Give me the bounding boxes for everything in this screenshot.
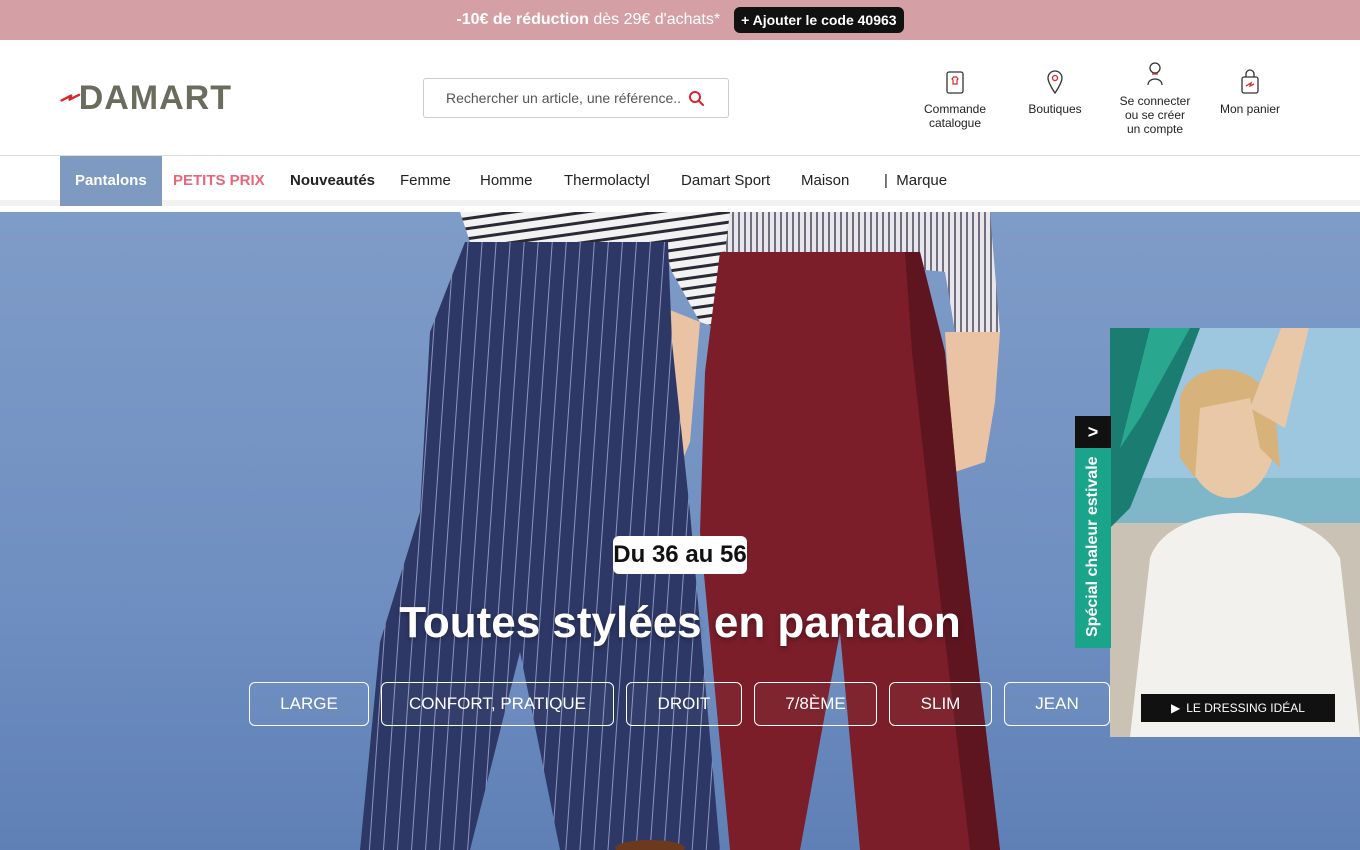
chip-slim[interactable]: SLIM — [889, 682, 992, 726]
side-promo-photo — [1110, 328, 1360, 737]
summer-special-label: Spécial chaleur estivale — [1084, 456, 1101, 638]
nav-item-petits-prix[interactable]: PETITS PRIX — [173, 156, 265, 206]
chip-7-8eme[interactable]: 7/8ÈME — [754, 682, 877, 726]
user-icon — [1147, 62, 1163, 86]
promo-discount: -10€ de réduction — [456, 11, 589, 28]
promo-bar: -10€ de réduction dès 29€ d'achats* + Aj… — [0, 0, 1360, 40]
nav-item-maison[interactable]: Maison — [801, 156, 849, 206]
location-pin-icon — [1047, 70, 1063, 95]
lightning-bolt-icon — [60, 93, 81, 102]
main-nav: Pantalons PETITS PRIX Nouveautés Femme H… — [0, 156, 1360, 206]
chip-large[interactable]: LARGE — [249, 682, 369, 726]
cart-label: Mon panier — [1219, 102, 1281, 116]
catalogue-icon — [946, 71, 964, 94]
nav-item-damart-sport[interactable]: Damart Sport — [681, 156, 770, 206]
nav-item-marque[interactable]: | Marque — [884, 156, 947, 206]
search-box[interactable] — [423, 78, 729, 118]
shopping-bag-icon — [1241, 69, 1259, 94]
nav-item-nouveautes[interactable]: Nouveautés — [290, 156, 375, 206]
account-link[interactable]: Se connecter ou se créer un compte — [1115, 60, 1195, 136]
play-icon: ▶ — [1171, 701, 1181, 715]
search-input[interactable] — [444, 89, 684, 107]
stores-label: Boutiques — [1028, 102, 1082, 116]
nav-item-homme[interactable]: Homme — [480, 156, 533, 206]
nav-item-thermolactyl[interactable]: Thermolactyl — [564, 156, 650, 206]
chip-confort-pratique[interactable]: CONFORT, PRATIQUE — [381, 682, 614, 726]
chevron-right-icon[interactable]: > — [1075, 416, 1111, 448]
dressing-ideal-label: LE DRESSING IDÉAL — [1186, 701, 1305, 715]
dressing-ideal-button[interactable]: ▶ LE DRESSING IDÉAL — [1141, 694, 1335, 722]
chip-jean[interactable]: JEAN — [1004, 682, 1110, 726]
stores-link[interactable]: Boutiques — [1025, 68, 1085, 116]
logo-text: DAMART — [78, 79, 232, 117]
chip-droit[interactable]: DROIT — [626, 682, 742, 726]
search-icon[interactable] — [688, 90, 704, 106]
nav-item-femme[interactable]: Femme — [400, 156, 451, 206]
nav-item-pantalons[interactable]: Pantalons — [60, 156, 162, 206]
promo-text: -10€ de réduction dès 29€ d'achats* — [456, 11, 720, 29]
site-header: DAMART Commande catalogue Boutiques Se c… — [0, 40, 1360, 156]
add-code-button[interactable]: + Ajouter le code 40963 — [734, 7, 904, 33]
catalogue-label: Commande catalogue — [923, 102, 987, 130]
damart-logo[interactable]: DAMART — [60, 79, 232, 117]
summer-special-tab[interactable]: > Spécial chaleur estivale — [1075, 416, 1111, 648]
side-promo-image[interactable] — [1110, 328, 1360, 737]
account-label: Se connecter ou se créer un compte — [1119, 94, 1191, 136]
size-range-tag: Du 36 au 56 — [613, 536, 747, 574]
catalogue-order-link[interactable]: Commande catalogue — [917, 68, 993, 130]
cart-link[interactable]: Mon panier — [1215, 68, 1285, 116]
promo-condition: dès 29€ d'achats* — [593, 11, 721, 28]
